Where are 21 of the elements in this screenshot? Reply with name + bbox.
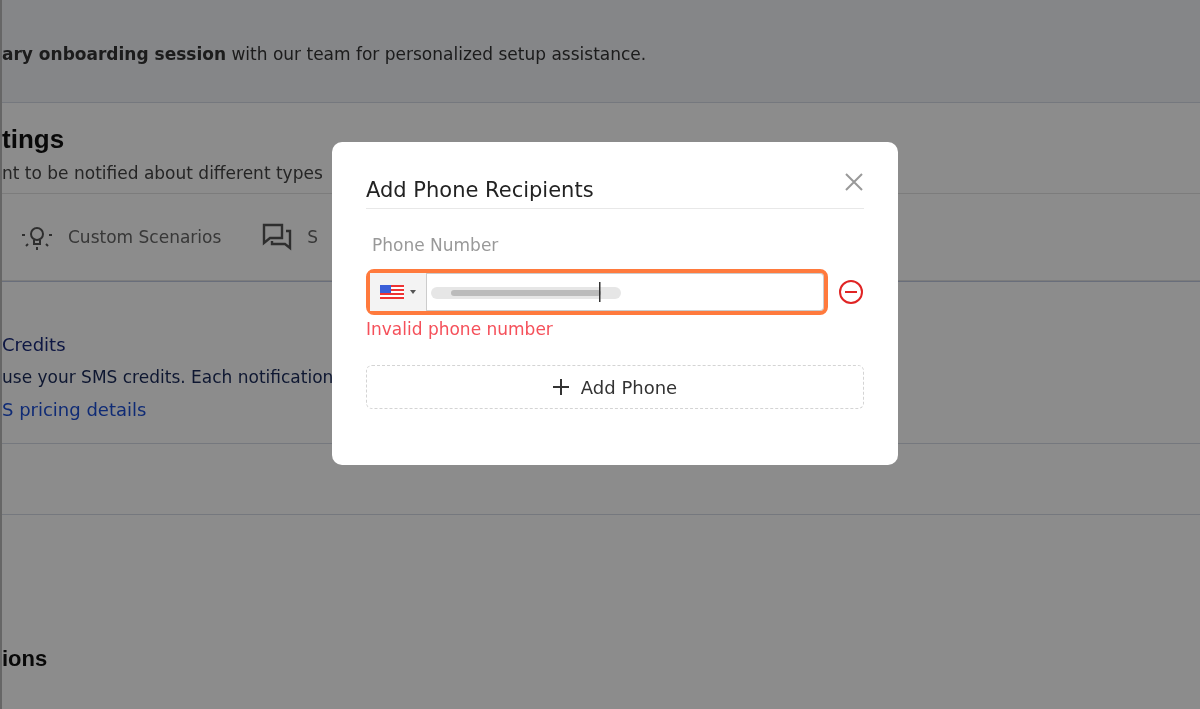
section-heading: tings — [2, 123, 65, 155]
credits-text: use your SMS credits. Each notification — [2, 367, 334, 387]
field-label: Phone Number — [372, 235, 500, 255]
section-subtitle: nt to be notified about different types — [2, 162, 323, 183]
pricing-link[interactable]: S pricing details — [2, 399, 147, 420]
credits-heading: Credits — [2, 334, 66, 355]
scenario-tab[interactable]: Custom Scenarios — [20, 222, 222, 252]
error-message: Invalid phone number — [366, 319, 554, 339]
country-select[interactable] — [370, 273, 427, 311]
chat-icon — [261, 222, 294, 252]
caret-icon — [410, 290, 416, 294]
close-icon[interactable] — [844, 172, 864, 192]
remove-icon[interactable] — [838, 279, 864, 305]
onboarding-text: ary onboarding session with our team for personalized setup assistance. — [2, 44, 647, 64]
section-heading: ions — [2, 646, 48, 672]
flag-icon — [380, 285, 404, 299]
scenario-tab[interactable]: S — [261, 222, 319, 252]
phone-field[interactable] — [366, 269, 828, 315]
dialog-title: Add Phone Recipients — [366, 178, 594, 202]
add-phone-button[interactable]: Add Phone — [366, 365, 864, 409]
plus-icon — [552, 379, 569, 395]
